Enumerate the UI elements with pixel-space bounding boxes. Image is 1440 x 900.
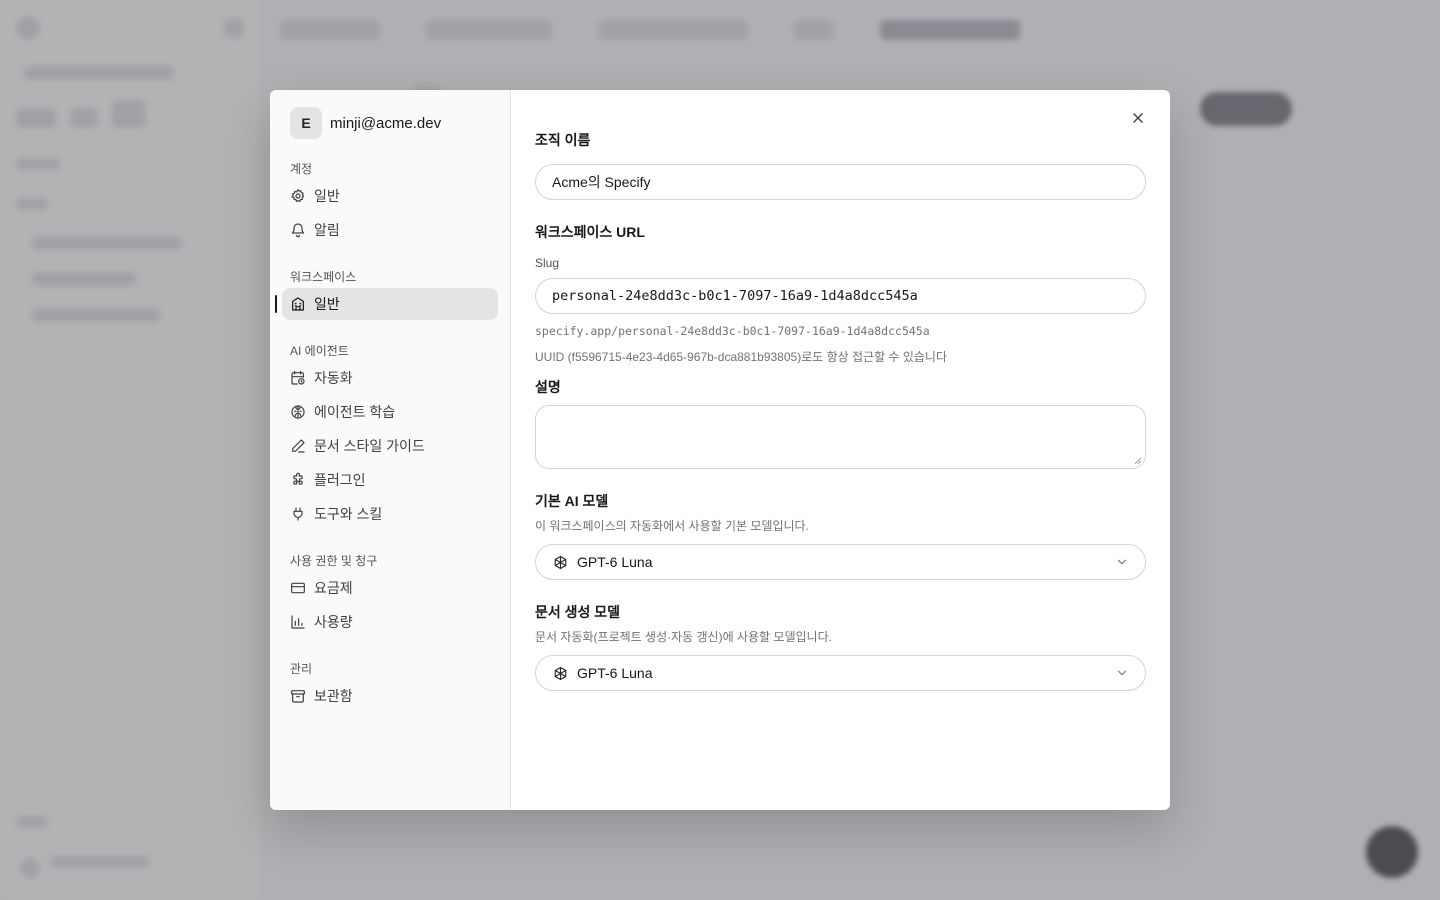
- credit-card-icon: [291, 582, 305, 594]
- slug-preview: specify.app/personal-24e8dd3c-b0c1-7097-…: [535, 324, 930, 338]
- gear-icon: [291, 189, 305, 202]
- archive-icon: [291, 690, 305, 703]
- brain-icon: [291, 405, 305, 419]
- org-name-label: 조직 이름: [535, 132, 591, 148]
- nav-item-archive[interactable]: 보관함: [282, 680, 498, 712]
- nav-item-agent-learning[interactable]: 에이전트 학습: [282, 396, 498, 428]
- nav-item-label: 일반: [314, 296, 340, 312]
- uuid-hint: UUID (f5596715-4e23-4d65-967b-dca881b938…: [535, 350, 948, 364]
- close-button[interactable]: [1126, 106, 1150, 130]
- nav-section-account: 계정: [290, 162, 313, 176]
- nav-item-plugins[interactable]: 플러그인: [282, 464, 498, 496]
- building-icon: [292, 297, 304, 311]
- default-model-hint: 이 워크스페이스의 자동화에서 사용할 기본 모델입니다.: [535, 519, 809, 533]
- account-header: E minji@acme.dev: [282, 106, 498, 140]
- default-model-value: GPT-6 Luna: [577, 554, 653, 570]
- doc-model-value: GPT-6 Luna: [577, 665, 653, 681]
- bar-chart-icon: [291, 615, 305, 629]
- nav-item-label: 문서 스타일 가이드: [314, 438, 425, 454]
- nav-item-label: 도구와 스킬: [314, 506, 383, 522]
- avatar: E: [290, 107, 322, 139]
- pen-icon: [292, 439, 305, 453]
- calendar-clock-icon: [291, 370, 305, 385]
- nav-item-label: 사용량: [314, 614, 353, 630]
- nav-item-label: 알림: [314, 222, 340, 238]
- default-model-label: 기본 AI 모델: [535, 493, 609, 509]
- close-icon: [1133, 113, 1143, 123]
- nav-item-notifications[interactable]: 알림: [282, 214, 498, 246]
- description-label: 설명: [535, 379, 561, 395]
- org-name-input[interactable]: Acme의 Specify: [535, 164, 1146, 200]
- settings-nav: E minji@acme.dev 계정 일반 알림 워크스페이스 일반 AI 에…: [270, 90, 511, 810]
- slug-input[interactable]: personal-24e8dd3c-b0c1-7097-16a9-1d4a8dc…: [535, 278, 1146, 314]
- nav-item-doc-style-guide[interactable]: 문서 스타일 가이드: [282, 430, 498, 462]
- description-textarea[interactable]: [535, 405, 1146, 469]
- nav-item-account-general[interactable]: 일반: [282, 180, 498, 212]
- plug-icon: [293, 507, 303, 521]
- chevron-down-icon: [1117, 670, 1127, 676]
- nav-section-ai-agent: AI 에이전트: [290, 344, 349, 358]
- doc-model-hint: 문서 자동화(프로젝트 생성·자동 갱신)에 사용할 모델입니다.: [535, 630, 832, 644]
- nav-section-workspace: 워크스페이스: [290, 270, 357, 284]
- nav-item-plan[interactable]: 요금제: [282, 572, 498, 604]
- nav-item-label: 보관함: [314, 688, 353, 704]
- nav-section-billing: 사용 권한 및 청구: [290, 554, 378, 568]
- nav-item-label: 요금제: [314, 580, 353, 596]
- doc-model-select[interactable]: GPT-6 Luna: [535, 655, 1146, 691]
- nav-item-label: 에이전트 학습: [314, 404, 396, 420]
- default-model-select[interactable]: GPT-6 Luna: [535, 544, 1146, 580]
- nav-item-label: 플러그인: [314, 472, 366, 488]
- openai-icon: [554, 555, 567, 569]
- bell-icon: [291, 223, 305, 238]
- settings-content: 조직 이름 Acme의 Specify 워크스페이스 URL Slug pers…: [511, 90, 1170, 810]
- settings-modal: E minji@acme.dev 계정 일반 알림 워크스페이스 일반 AI 에…: [270, 90, 1170, 810]
- nav-item-workspace-general[interactable]: 일반: [275, 288, 498, 320]
- resize-grip-icon[interactable]: [1134, 457, 1142, 465]
- nav-item-automation[interactable]: 자동화: [282, 362, 498, 394]
- nav-item-usage[interactable]: 사용량: [282, 606, 498, 638]
- nav-section-admin: 관리: [290, 662, 313, 676]
- openai-icon: [554, 666, 567, 680]
- nav-item-label: 일반: [314, 188, 340, 204]
- nav-item-label: 자동화: [314, 370, 353, 386]
- chevron-down-icon: [1117, 559, 1127, 565]
- account-email: minji@acme.dev: [330, 114, 442, 132]
- puzzle-icon: [293, 472, 303, 485]
- workspace-url-label: 워크스페이스 URL: [535, 224, 645, 240]
- doc-model-label: 문서 생성 모델: [535, 604, 621, 620]
- nav-item-tools-skills[interactable]: 도구와 스킬: [282, 498, 498, 530]
- slug-label: Slug: [535, 256, 560, 270]
